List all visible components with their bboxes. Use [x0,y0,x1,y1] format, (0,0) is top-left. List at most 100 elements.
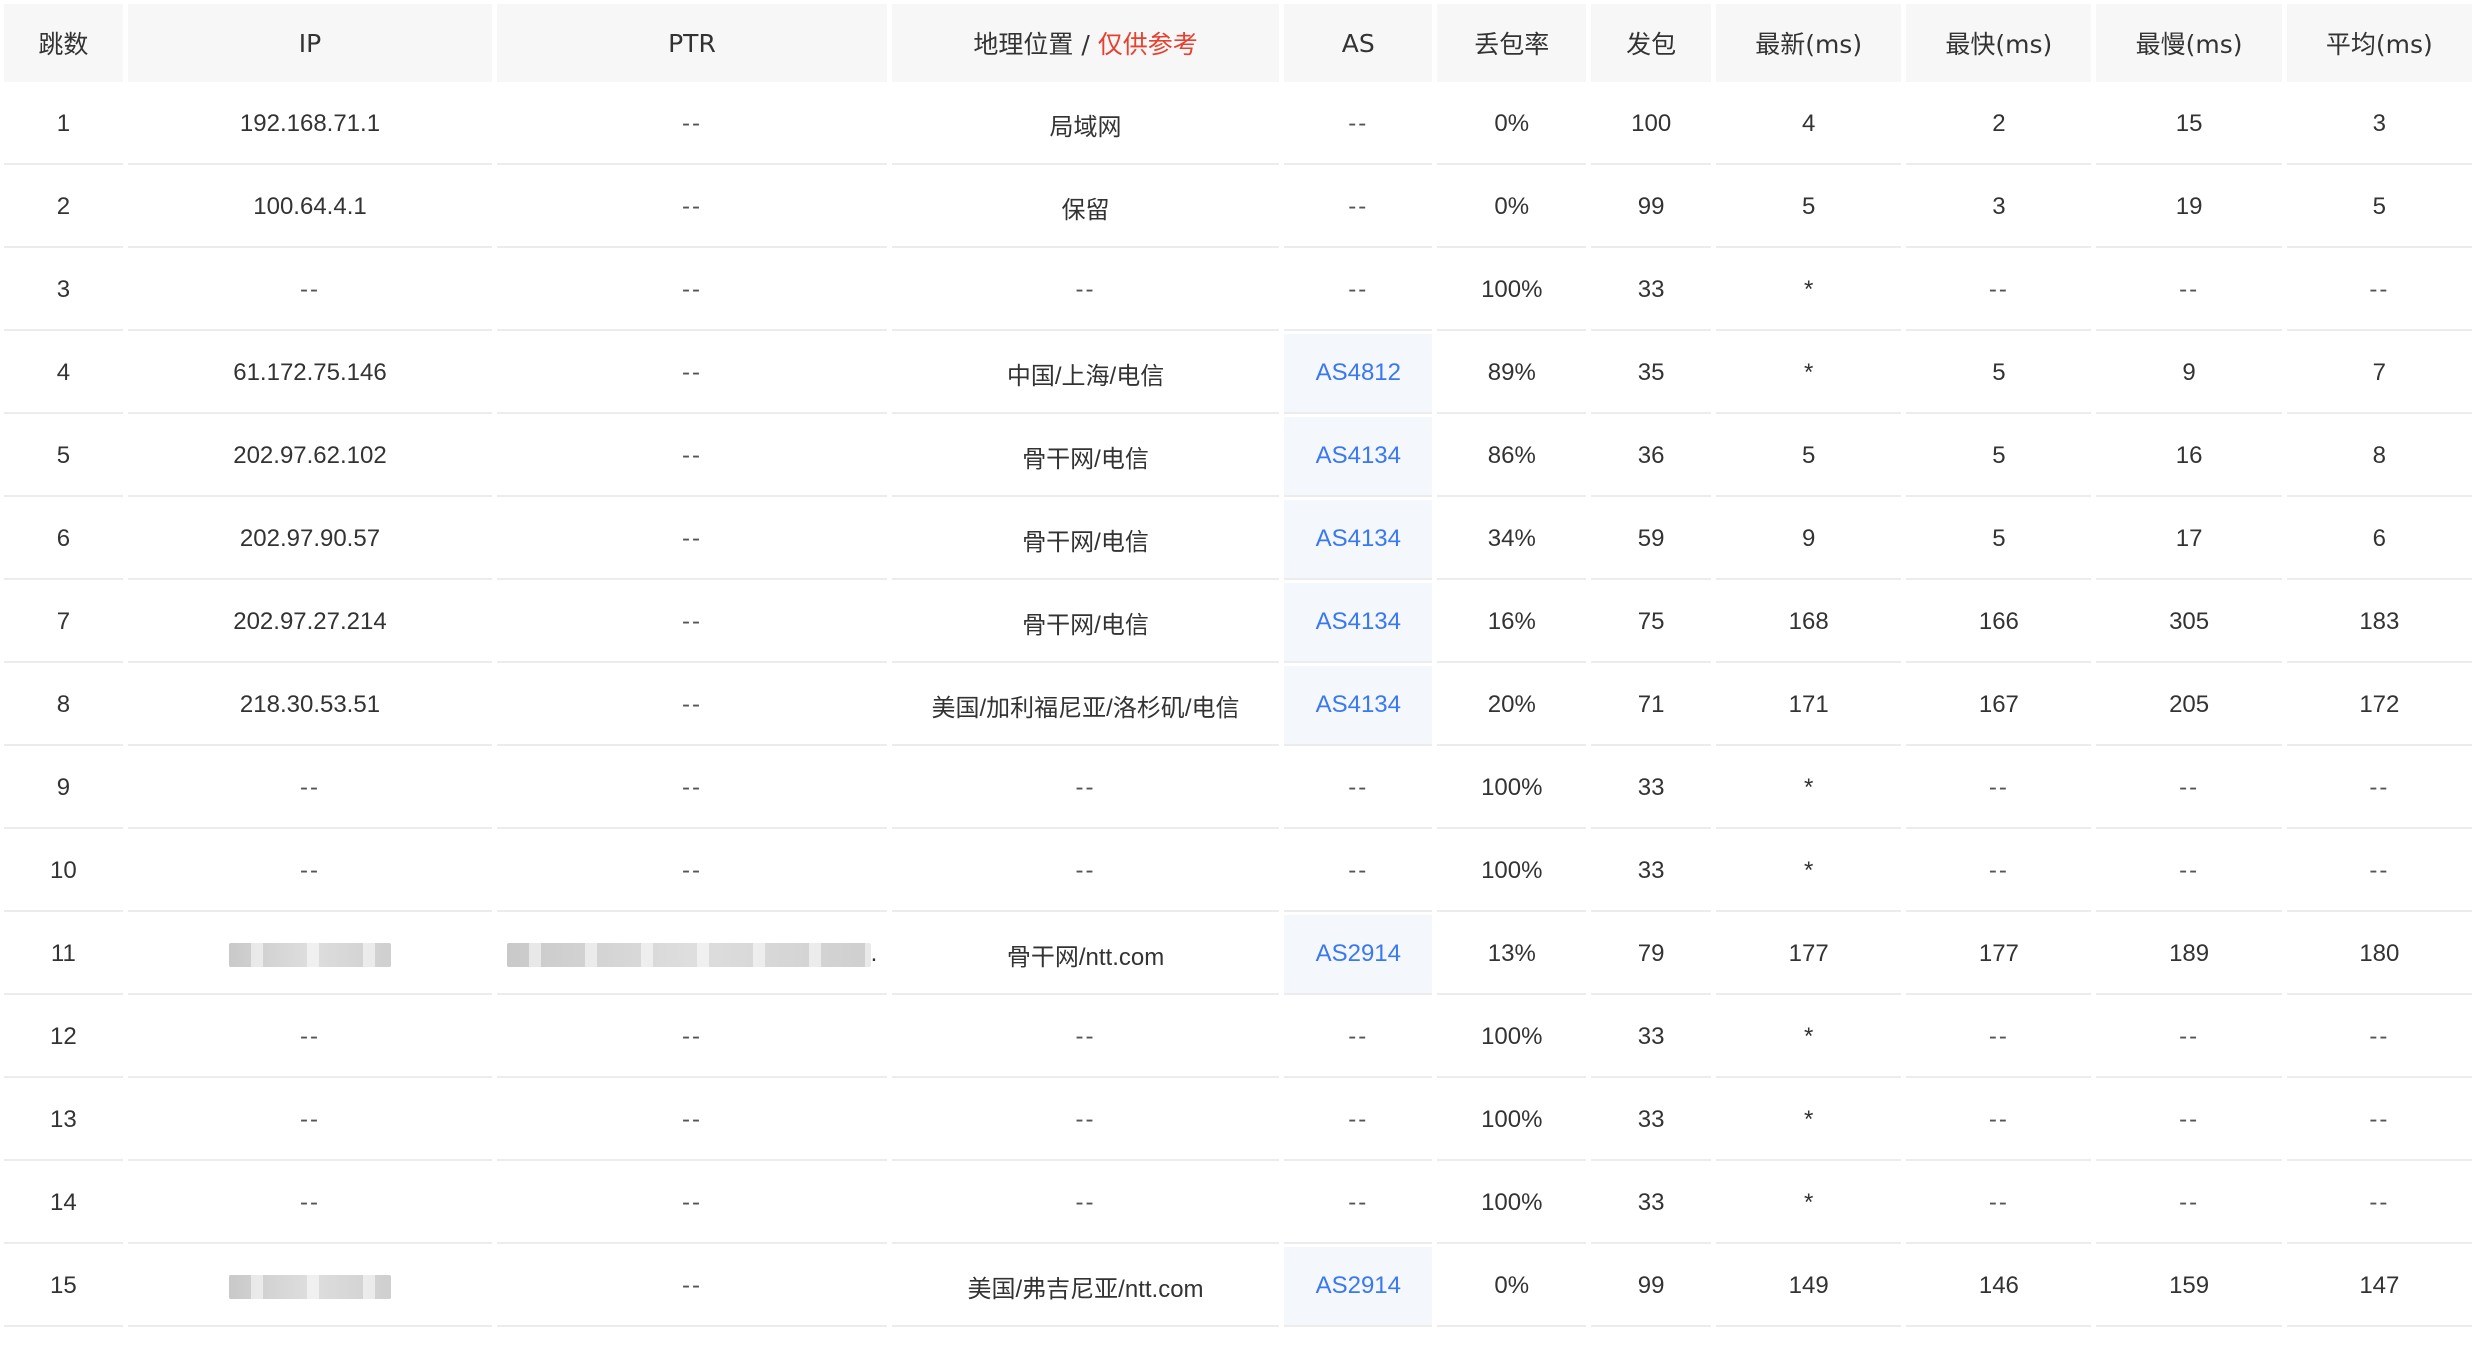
ip-value: -- [299,1106,320,1133]
loss-value: 100% [1481,1106,1543,1133]
last-value: 5 [1801,442,1816,469]
cell-ptr: -- [497,1247,887,1327]
worst-value: 305 [2169,608,2210,635]
cell-loss: 100% [1437,251,1587,331]
cell-hop: 12 [4,998,123,1078]
cell-best: 166 [1906,583,2092,663]
as-link[interactable]: AS2914 [1316,940,1401,967]
cell-loss: 100% [1437,1164,1587,1244]
cell-last: * [1716,749,1902,829]
geo-value: -- [1075,1023,1096,1050]
cell-best: 5 [1906,500,2092,580]
worst-value: -- [2179,1023,2200,1050]
header-loss: 丢包率 [1437,4,1587,82]
geo-value: 骨干网/电信 [1022,611,1149,639]
hop-value: 5 [56,442,71,469]
cell-ip: -- [127,251,493,331]
sent-value: 36 [1637,442,1665,469]
last-value: 149 [1788,1272,1829,1299]
cell-hop: 13 [4,1081,123,1161]
as-link[interactable]: AS4134 [1316,608,1401,635]
cell-hop: 6 [4,500,123,580]
redacted-ptr [506,942,871,967]
cell-avg: -- [2286,251,2472,331]
cell-as: -- [1284,749,1433,829]
geo-value: 美国/加利福尼亚/洛杉矶/电信 [931,694,1240,722]
best-value: -- [1988,774,2009,801]
cell-avg: -- [2286,1081,2472,1161]
as-link[interactable]: AS4134 [1316,525,1401,552]
cell-last: 168 [1716,583,1902,663]
cell-best: -- [1906,251,2092,331]
cell-as: AS4134 [1284,583,1433,663]
loss-value: 0% [1494,110,1530,137]
avg-value: -- [2369,774,2390,801]
cell-geo: 中国/上海/电信 [891,334,1280,414]
cell-hop: 9 [4,749,123,829]
cell-last: * [1716,998,1902,1078]
table-row: 15 -- 美国/弗吉尼亚/ntt.com AS2914 0% 99 149 146 159 14… [4,1247,2472,1327]
ip-value: 61.172.75.146 [233,359,387,386]
ip-value: 202.97.62.102 [233,442,387,469]
as-link[interactable]: AS4134 [1316,691,1401,718]
hop-value: 1 [56,110,71,137]
cell-hop: 4 [4,334,123,414]
cell-ip: 100.64.4.1 [127,168,493,248]
cell-as: AS2914 [1284,1247,1433,1327]
cell-last: * [1716,1081,1902,1161]
ptr-value: -- [681,525,702,552]
ptr-value: -- [681,193,702,220]
hop-value: 7 [56,608,71,635]
cell-loss: 13% [1437,915,1587,995]
cell-as: AS4134 [1284,417,1433,497]
ptr-trailing-dot: . [870,940,878,967]
cell-ip: 202.97.62.102 [127,417,493,497]
ip-value: -- [299,276,320,303]
as-link[interactable]: AS2914 [1316,1272,1401,1299]
hop-value: 2 [56,193,71,220]
as-link[interactable]: AS4134 [1316,442,1401,469]
as-link[interactable]: AS4812 [1316,359,1401,386]
cell-geo: 骨干网/电信 [891,417,1280,497]
header-sent: 发包 [1591,4,1712,82]
ip-value: -- [299,1189,320,1216]
cell-ip: -- [127,1081,493,1161]
cell-avg: 8 [2286,417,2472,497]
loss-value: 100% [1481,276,1543,303]
geo-value: -- [1075,276,1096,303]
sent-value: 33 [1637,1189,1665,1216]
geo-value: 骨干网/电信 [1022,528,1149,556]
best-value: -- [1988,1106,2009,1133]
cell-worst: 9 [2096,334,2282,414]
best-value: -- [1988,276,2009,303]
sent-value: 59 [1637,525,1665,552]
cell-best: 5 [1906,417,2092,497]
cell-avg: 147 [2286,1247,2472,1327]
cell-worst: -- [2096,998,2282,1078]
cell-loss: 20% [1437,666,1587,746]
cell-loss: 100% [1437,749,1587,829]
cell-sent: 33 [1591,998,1712,1078]
cell-ptr: -- [497,749,887,829]
cell-as: AS4134 [1284,500,1433,580]
cell-as: -- [1284,832,1433,912]
cell-best: -- [1906,1164,2092,1244]
ip-value: -- [299,857,320,884]
sent-value: 79 [1637,940,1665,967]
cell-worst: 205 [2096,666,2282,746]
cell-loss: 0% [1437,1247,1587,1327]
cell-ip: 192.168.71.1 [127,85,493,165]
cell-geo: -- [891,1164,1280,1244]
as-value: -- [1348,276,1369,303]
header-geo-label: 地理位置 [973,30,1074,59]
cell-loss: 100% [1437,1081,1587,1161]
loss-value: 100% [1481,774,1543,801]
hop-value: 4 [56,359,71,386]
cell-ptr: -- [497,168,887,248]
best-value: 3 [1992,193,2006,220]
sent-value: 35 [1637,359,1665,386]
cell-geo: -- [891,832,1280,912]
cell-worst: 16 [2096,417,2282,497]
cell-hop: 3 [4,251,123,331]
header-ip: IP [127,4,493,82]
